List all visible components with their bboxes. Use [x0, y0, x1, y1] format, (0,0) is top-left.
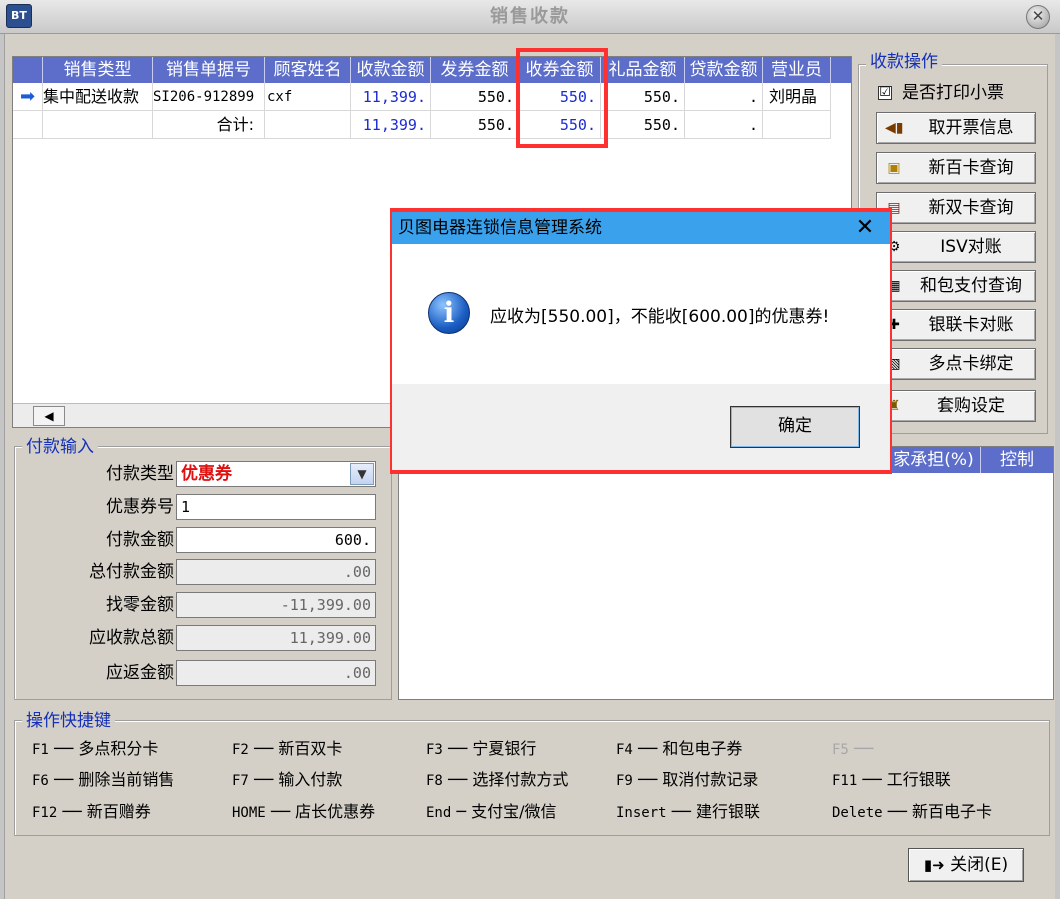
- payment-records-table[interactable]: 家承担(%) 控制: [398, 446, 1054, 700]
- cell-issued[interactable]: 550.: [431, 83, 519, 111]
- close-icon: ✕: [855, 215, 875, 240]
- shortcut-f5: F5 ──: [832, 739, 874, 758]
- shortcut-f12: F12 ── 新百赠券: [32, 802, 151, 821]
- info-icon: i: [428, 292, 470, 334]
- refund-amount-label: 应返金额: [106, 663, 174, 683]
- total-cell-customer: [265, 111, 351, 139]
- shortcut-f11: F11 ── 工行银联: [832, 770, 951, 789]
- payment-input-title: 付款输入: [22, 437, 98, 457]
- col-header-clerk[interactable]: 营业员: [763, 57, 831, 83]
- shortcut-f2: F2 ── 新百双卡: [232, 739, 343, 758]
- shortcut-f7: F7 ── 输入付款: [232, 770, 343, 789]
- dialog-ok-button[interactable]: 确定: [730, 406, 860, 448]
- payment-type-dropdown-button[interactable]: ▼: [350, 463, 374, 485]
- xinshuang-card-query-button[interactable]: ▤ 新双卡查询: [876, 192, 1036, 224]
- payment-type-label: 付款类型: [106, 464, 174, 484]
- amount-due-field: 11,399.00: [176, 625, 376, 651]
- triangle-left-icon: ◀: [44, 409, 54, 423]
- close-icon: ✕: [1031, 7, 1045, 25]
- close-window-button[interactable]: ▮➜ 关闭(E): [908, 848, 1024, 882]
- invoice-icon: ◀▮: [885, 120, 904, 136]
- refund-amount-field: .00: [176, 660, 376, 686]
- xinbai-card-query-button[interactable]: ▣ 新百卡查询: [876, 152, 1036, 184]
- dialog-close-button[interactable]: ✕: [850, 214, 880, 242]
- window-left-border: [0, 34, 5, 899]
- change-amount-field: -11,399.00: [176, 592, 376, 618]
- print-ticket-label: 是否打印小票: [902, 83, 1004, 103]
- shortcut-f6: F6 ── 删除当前销售: [32, 770, 175, 789]
- dialog-message: 应收为[550.00]，不能收[600.00]的优惠券!: [490, 307, 830, 327]
- window-close-button[interactable]: ✕: [1026, 5, 1050, 29]
- close-button-label: 关闭(E): [950, 855, 1009, 875]
- isv-reconcile-button[interactable]: ⚙ ISV对账: [876, 231, 1036, 263]
- shortcut-delete: Delete ── 新百电子卡: [832, 802, 993, 821]
- payment-type-select[interactable]: 优惠券: [176, 461, 376, 487]
- exit-door-icon: ▮➜: [923, 856, 945, 874]
- coupon-no-label: 优惠券号: [106, 497, 174, 517]
- total-row-indicator: [13, 111, 43, 139]
- card-icon: ▣: [887, 160, 901, 176]
- scroll-left-button[interactable]: ◀: [33, 406, 65, 426]
- print-ticket-checkbox[interactable]: ☑: [878, 86, 892, 100]
- total-cell-blank: [43, 111, 153, 139]
- row-indicator-arrow-icon: ➡: [13, 83, 43, 111]
- cell-doc-no[interactable]: SI206-912899: [153, 83, 265, 111]
- total-cell-clerk: [763, 111, 831, 139]
- payment-ops-title: 收款操作: [866, 52, 942, 72]
- dialog-title: 贝图电器连锁信息管理系统: [398, 218, 602, 238]
- shortcut-insert: Insert ── 建行银联: [616, 802, 761, 821]
- shortcut-f1: F1 ── 多点积分卡: [32, 739, 159, 758]
- cell-received[interactable]: 11,399.: [351, 83, 431, 111]
- payment-amount-input[interactable]: 600.: [176, 527, 376, 553]
- dialog-title-bar: 贝图电器连锁信息管理系统 ✕: [392, 212, 890, 244]
- hebao-pay-query-button[interactable]: ▦ 和包支付查询: [876, 270, 1036, 302]
- window-right-border: [1055, 34, 1060, 899]
- shortcuts-title: 操作快捷键: [22, 711, 115, 731]
- window-title: 销售收款: [490, 6, 570, 27]
- col-header-gift[interactable]: 礼品金额: [601, 57, 685, 83]
- cell-loan[interactable]: .: [685, 83, 763, 111]
- coupon-column-highlight: [516, 48, 608, 148]
- cell-customer[interactable]: cxf: [265, 83, 351, 111]
- chevron-down-icon: ▼: [357, 467, 367, 481]
- coupon-no-input[interactable]: 1: [176, 494, 376, 520]
- shortcut-end: End ─ 支付宝/微信: [426, 802, 557, 821]
- col-header-doc-no[interactable]: 销售单据号: [153, 57, 265, 83]
- title-bar: BT 销售收款 ✕: [0, 0, 1060, 34]
- shortcut-f3: F3 ── 宁夏银行: [426, 739, 537, 758]
- multipoint-card-bind-button[interactable]: ▧ 多点卡绑定: [876, 348, 1036, 380]
- total-issued: 550.: [431, 111, 519, 139]
- shortcut-f8: F8 ── 选择付款方式: [426, 770, 569, 789]
- shortcut-f9: F9 ── 取消付款记录: [616, 770, 759, 789]
- payment-amount-label: 付款金额: [106, 530, 174, 550]
- cell-sale-type[interactable]: 集中配送收款: [43, 83, 153, 111]
- amount-due-label: 应收款总额: [89, 628, 174, 648]
- total-gift: 550.: [601, 111, 685, 139]
- total-paid-field: .00: [176, 559, 376, 585]
- unionpay-reconcile-button[interactable]: ✚ 银联卡对账: [876, 309, 1036, 341]
- shortcut-home: HOME ── 店长优惠券: [232, 802, 376, 821]
- bundle-setting-button[interactable]: ♜ 套购设定: [876, 390, 1036, 422]
- grid-header-indicator: [13, 57, 43, 83]
- total-label: 合计:: [153, 111, 265, 139]
- get-invoice-info-button[interactable]: ◀▮ 取开票信息: [876, 112, 1036, 144]
- total-paid-label: 总付款金额: [89, 562, 174, 582]
- col-header-issued[interactable]: 发券金额: [431, 57, 519, 83]
- total-loan: .: [685, 111, 763, 139]
- col-header-received[interactable]: 收款金额: [351, 57, 431, 83]
- col-header-sale-type[interactable]: 销售类型: [43, 57, 153, 83]
- shortcut-f4: F4 ── 和包电子券: [616, 739, 743, 758]
- col-header-control[interactable]: 控制: [981, 447, 1053, 473]
- cell-clerk[interactable]: 刘明晶: [763, 83, 831, 111]
- total-received: 11,399.: [351, 111, 431, 139]
- col-header-vendor-share[interactable]: 家承担(%): [887, 447, 981, 473]
- col-header-loan[interactable]: 贷款金额: [685, 57, 763, 83]
- change-amount-label: 找零金额: [106, 595, 174, 615]
- col-header-customer[interactable]: 顾客姓名: [265, 57, 351, 83]
- grid-header: 销售类型 销售单据号 顾客姓名 收款金额 发券金额 收券金额 礼品金额 贷款金额…: [13, 57, 851, 83]
- cell-gift[interactable]: 550.: [601, 83, 685, 111]
- message-dialog: 贝图电器连锁信息管理系统 ✕ i 应收为[550.00]，不能收[600.00]…: [392, 212, 890, 470]
